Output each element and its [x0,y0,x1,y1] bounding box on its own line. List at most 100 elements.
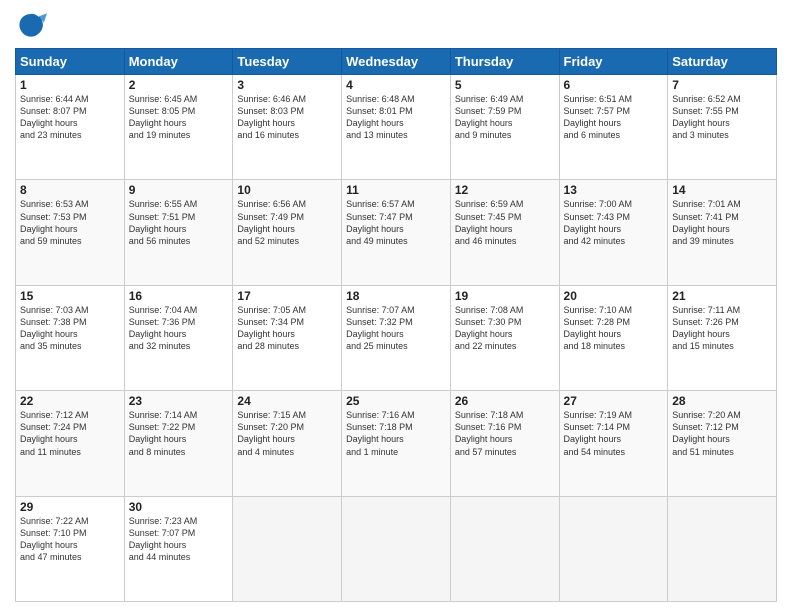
table-row: 6 Sunrise: 6:51 AM Sunset: 7:57 PM Dayli… [559,75,668,180]
day-info: Sunrise: 7:16 AM Sunset: 7:18 PM Dayligh… [346,409,446,458]
day-info: Sunrise: 7:08 AM Sunset: 7:30 PM Dayligh… [455,304,555,353]
table-row: 29 Sunrise: 7:22 AM Sunset: 7:10 PM Dayl… [16,496,125,601]
day-info: Sunrise: 6:53 AM Sunset: 7:53 PM Dayligh… [20,198,120,247]
table-row: 30 Sunrise: 7:23 AM Sunset: 7:07 PM Dayl… [124,496,233,601]
day-number: 27 [564,394,664,408]
calendar-week-row: 29 Sunrise: 7:22 AM Sunset: 7:10 PM Dayl… [16,496,777,601]
day-number: 10 [237,183,337,197]
day-number: 18 [346,289,446,303]
table-row: 20 Sunrise: 7:10 AM Sunset: 7:28 PM Dayl… [559,285,668,390]
table-row: 26 Sunrise: 7:18 AM Sunset: 7:16 PM Dayl… [450,391,559,496]
table-row: 4 Sunrise: 6:48 AM Sunset: 8:01 PM Dayli… [342,75,451,180]
table-row [342,496,451,601]
day-info: Sunrise: 7:10 AM Sunset: 7:28 PM Dayligh… [564,304,664,353]
table-row [668,496,777,601]
table-row: 13 Sunrise: 7:00 AM Sunset: 7:43 PM Dayl… [559,180,668,285]
table-row: 23 Sunrise: 7:14 AM Sunset: 7:22 PM Dayl… [124,391,233,496]
table-row: 22 Sunrise: 7:12 AM Sunset: 7:24 PM Dayl… [16,391,125,496]
header-sunday: Sunday [16,49,125,75]
day-number: 9 [129,183,229,197]
weekday-header-row: Sunday Monday Tuesday Wednesday Thursday… [16,49,777,75]
day-number: 22 [20,394,120,408]
logo [15,10,51,42]
table-row: 3 Sunrise: 6:46 AM Sunset: 8:03 PM Dayli… [233,75,342,180]
day-number: 20 [564,289,664,303]
table-row: 21 Sunrise: 7:11 AM Sunset: 7:26 PM Dayl… [668,285,777,390]
day-info: Sunrise: 6:46 AM Sunset: 8:03 PM Dayligh… [237,93,337,142]
day-number: 21 [672,289,772,303]
table-row: 28 Sunrise: 7:20 AM Sunset: 7:12 PM Dayl… [668,391,777,496]
day-info: Sunrise: 6:56 AM Sunset: 7:49 PM Dayligh… [237,198,337,247]
day-info: Sunrise: 6:59 AM Sunset: 7:45 PM Dayligh… [455,198,555,247]
day-number: 28 [672,394,772,408]
table-row: 25 Sunrise: 7:16 AM Sunset: 7:18 PM Dayl… [342,391,451,496]
header-saturday: Saturday [668,49,777,75]
table-row: 1 Sunrise: 6:44 AM Sunset: 8:07 PM Dayli… [16,75,125,180]
table-row: 14 Sunrise: 7:01 AM Sunset: 7:41 PM Dayl… [668,180,777,285]
table-row: 24 Sunrise: 7:15 AM Sunset: 7:20 PM Dayl… [233,391,342,496]
table-row: 15 Sunrise: 7:03 AM Sunset: 7:38 PM Dayl… [16,285,125,390]
day-number: 3 [237,78,337,92]
table-row: 5 Sunrise: 6:49 AM Sunset: 7:59 PM Dayli… [450,75,559,180]
day-info: Sunrise: 6:51 AM Sunset: 7:57 PM Dayligh… [564,93,664,142]
day-number: 8 [20,183,120,197]
calendar-week-row: 1 Sunrise: 6:44 AM Sunset: 8:07 PM Dayli… [16,75,777,180]
table-row [233,496,342,601]
header-monday: Monday [124,49,233,75]
day-info: Sunrise: 6:44 AM Sunset: 8:07 PM Dayligh… [20,93,120,142]
table-row: 12 Sunrise: 6:59 AM Sunset: 7:45 PM Dayl… [450,180,559,285]
calendar-week-row: 22 Sunrise: 7:12 AM Sunset: 7:24 PM Dayl… [16,391,777,496]
day-number: 19 [455,289,555,303]
day-info: Sunrise: 7:20 AM Sunset: 7:12 PM Dayligh… [672,409,772,458]
table-row: 18 Sunrise: 7:07 AM Sunset: 7:32 PM Dayl… [342,285,451,390]
day-info: Sunrise: 7:15 AM Sunset: 7:20 PM Dayligh… [237,409,337,458]
calendar-table: Sunday Monday Tuesday Wednesday Thursday… [15,48,777,602]
day-number: 12 [455,183,555,197]
day-number: 1 [20,78,120,92]
day-info: Sunrise: 7:22 AM Sunset: 7:10 PM Dayligh… [20,515,120,564]
day-info: Sunrise: 7:01 AM Sunset: 7:41 PM Dayligh… [672,198,772,247]
day-info: Sunrise: 7:03 AM Sunset: 7:38 PM Dayligh… [20,304,120,353]
header-friday: Friday [559,49,668,75]
day-number: 16 [129,289,229,303]
header-tuesday: Tuesday [233,49,342,75]
table-row: 19 Sunrise: 7:08 AM Sunset: 7:30 PM Dayl… [450,285,559,390]
day-number: 14 [672,183,772,197]
calendar-week-row: 8 Sunrise: 6:53 AM Sunset: 7:53 PM Dayli… [16,180,777,285]
day-info: Sunrise: 6:48 AM Sunset: 8:01 PM Dayligh… [346,93,446,142]
day-info: Sunrise: 7:11 AM Sunset: 7:26 PM Dayligh… [672,304,772,353]
day-number: 29 [20,500,120,514]
day-info: Sunrise: 7:04 AM Sunset: 7:36 PM Dayligh… [129,304,229,353]
header-thursday: Thursday [450,49,559,75]
table-row: 10 Sunrise: 6:56 AM Sunset: 7:49 PM Dayl… [233,180,342,285]
day-number: 13 [564,183,664,197]
day-info: Sunrise: 7:05 AM Sunset: 7:34 PM Dayligh… [237,304,337,353]
day-number: 26 [455,394,555,408]
day-info: Sunrise: 6:49 AM Sunset: 7:59 PM Dayligh… [455,93,555,142]
day-info: Sunrise: 7:18 AM Sunset: 7:16 PM Dayligh… [455,409,555,458]
page: Sunday Monday Tuesday Wednesday Thursday… [0,0,792,612]
day-number: 25 [346,394,446,408]
day-number: 5 [455,78,555,92]
day-info: Sunrise: 6:55 AM Sunset: 7:51 PM Dayligh… [129,198,229,247]
day-number: 15 [20,289,120,303]
table-row: 2 Sunrise: 6:45 AM Sunset: 8:05 PM Dayli… [124,75,233,180]
day-info: Sunrise: 7:07 AM Sunset: 7:32 PM Dayligh… [346,304,446,353]
day-number: 30 [129,500,229,514]
table-row: 8 Sunrise: 6:53 AM Sunset: 7:53 PM Dayli… [16,180,125,285]
day-number: 11 [346,183,446,197]
day-number: 7 [672,78,772,92]
table-row [559,496,668,601]
day-number: 4 [346,78,446,92]
day-info: Sunrise: 7:12 AM Sunset: 7:24 PM Dayligh… [20,409,120,458]
table-row [450,496,559,601]
day-info: Sunrise: 7:23 AM Sunset: 7:07 PM Dayligh… [129,515,229,564]
day-number: 23 [129,394,229,408]
header [15,10,777,42]
day-info: Sunrise: 6:45 AM Sunset: 8:05 PM Dayligh… [129,93,229,142]
table-row: 7 Sunrise: 6:52 AM Sunset: 7:55 PM Dayli… [668,75,777,180]
table-row: 11 Sunrise: 6:57 AM Sunset: 7:47 PM Dayl… [342,180,451,285]
table-row: 9 Sunrise: 6:55 AM Sunset: 7:51 PM Dayli… [124,180,233,285]
day-info: Sunrise: 7:19 AM Sunset: 7:14 PM Dayligh… [564,409,664,458]
day-number: 6 [564,78,664,92]
